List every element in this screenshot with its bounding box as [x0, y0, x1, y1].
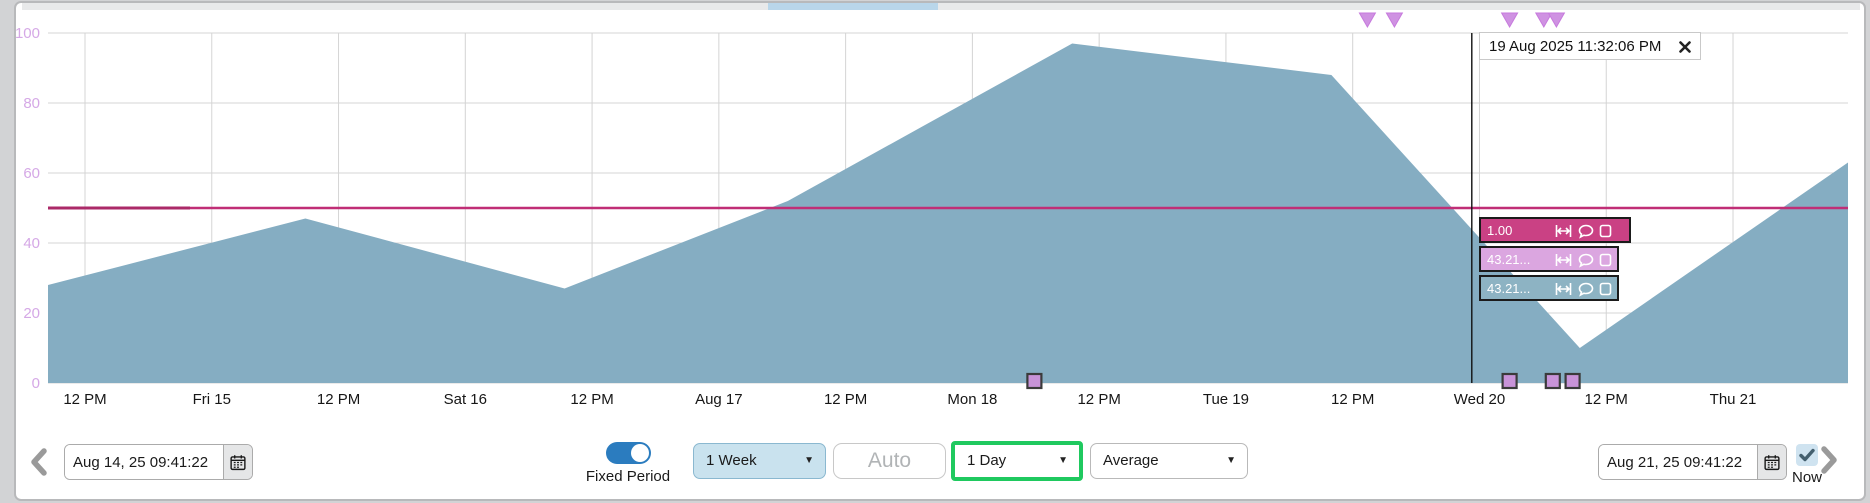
check-icon [1799, 448, 1815, 462]
svg-text:60: 60 [23, 165, 40, 182]
aggregation-select-value: Average [1103, 452, 1159, 469]
svg-text:12 PM: 12 PM [1331, 391, 1374, 408]
svg-text:Thu 21: Thu 21 [1710, 391, 1757, 408]
chevron-down-icon: ▼ [1226, 455, 1236, 466]
comment-icon[interactable] [1578, 224, 1594, 239]
auto-button[interactable]: Auto [833, 443, 946, 479]
range-icon[interactable] [1555, 282, 1572, 296]
svg-text:12 PM: 12 PM [1077, 391, 1120, 408]
cursor-value-badge[interactable]: 1.00 [1479, 217, 1631, 243]
fixed-period-control: Fixed Period [578, 442, 678, 485]
svg-text:Fri 15: Fri 15 [193, 391, 231, 408]
range-icon[interactable] [1555, 253, 1572, 267]
calendar-icon [230, 454, 246, 470]
svg-text:12 PM: 12 PM [1585, 391, 1628, 408]
now-checkbox[interactable] [1796, 444, 1818, 466]
interval-select[interactable]: 1 Day ▼ [951, 441, 1083, 481]
square-icon[interactable] [1599, 253, 1612, 267]
cursor-value-badges: 1.00 43.21... 43.21... [1479, 217, 1631, 304]
start-date-group [64, 444, 253, 480]
svg-text:100: 100 [15, 25, 40, 42]
svg-text:40: 40 [23, 235, 40, 252]
close-icon[interactable] [1679, 41, 1691, 53]
cursor-value-badge[interactable]: 43.21... [1479, 275, 1619, 301]
svg-text:12 PM: 12 PM [570, 391, 613, 408]
square-icon[interactable] [1599, 282, 1612, 296]
start-date-input[interactable] [65, 445, 223, 479]
chart-toolbar: Fixed Period 1 Week ▼ Auto 1 Day ▼ Avera… [0, 432, 1870, 496]
calendar-icon [1764, 454, 1780, 470]
comment-icon[interactable] [1578, 282, 1594, 297]
svg-text:12 PM: 12 PM [63, 391, 106, 408]
svg-text:20: 20 [23, 305, 40, 322]
svg-text:Tue 19: Tue 19 [1203, 391, 1249, 408]
chevron-down-icon: ▼ [804, 455, 814, 466]
svg-text:Aug 17: Aug 17 [695, 391, 743, 408]
range-icon[interactable] [1555, 224, 1572, 238]
fixed-period-toggle[interactable] [605, 442, 651, 464]
end-date-input[interactable] [1599, 445, 1757, 479]
chevron-down-icon: ▼ [1058, 455, 1068, 466]
range-select[interactable]: 1 Week ▼ [693, 443, 826, 479]
time-series-widget: 0 20 40 60 80 100 12 PM Fri 15 12 PM Sat 16 12 PM A… [0, 0, 1870, 503]
end-date-group [1598, 444, 1787, 480]
comment-icon[interactable] [1578, 253, 1594, 268]
svg-text:0: 0 [32, 375, 40, 392]
start-date-calendar-button[interactable] [223, 445, 252, 479]
aggregation-select[interactable]: Average ▼ [1090, 443, 1248, 479]
toggle-knob [630, 444, 649, 462]
range-select-value: 1 Week [706, 452, 757, 469]
badge-value: 43.21... [1487, 281, 1531, 296]
badge-value: 1.00 [1487, 223, 1513, 238]
svg-text:Mon 18: Mon 18 [947, 391, 997, 408]
square-icon[interactable] [1599, 224, 1612, 238]
svg-text:12 PM: 12 PM [317, 391, 360, 408]
auto-label: Auto [867, 449, 912, 472]
cursor-timestamp: 19 Aug 2025 11:32:06 PM [1489, 38, 1662, 55]
badge-value: 43.21... [1487, 252, 1531, 267]
chevron-right-icon[interactable] [1818, 446, 1840, 474]
cursor-value-badge[interactable]: 43.21... [1479, 246, 1619, 272]
svg-text:12 PM: 12 PM [824, 391, 867, 408]
end-date-calendar-button[interactable] [1757, 445, 1786, 479]
cursor-tooltip: 19 Aug 2025 11:32:06 PM [1479, 32, 1701, 60]
chevron-left-icon[interactable] [28, 448, 50, 476]
svg-text:Wed 20: Wed 20 [1454, 391, 1505, 408]
svg-text:Sat 16: Sat 16 [444, 391, 487, 408]
interval-select-value: 1 Day [967, 452, 1007, 469]
svg-text:80: 80 [23, 95, 40, 112]
fixed-period-label: Fixed Period [585, 468, 671, 485]
